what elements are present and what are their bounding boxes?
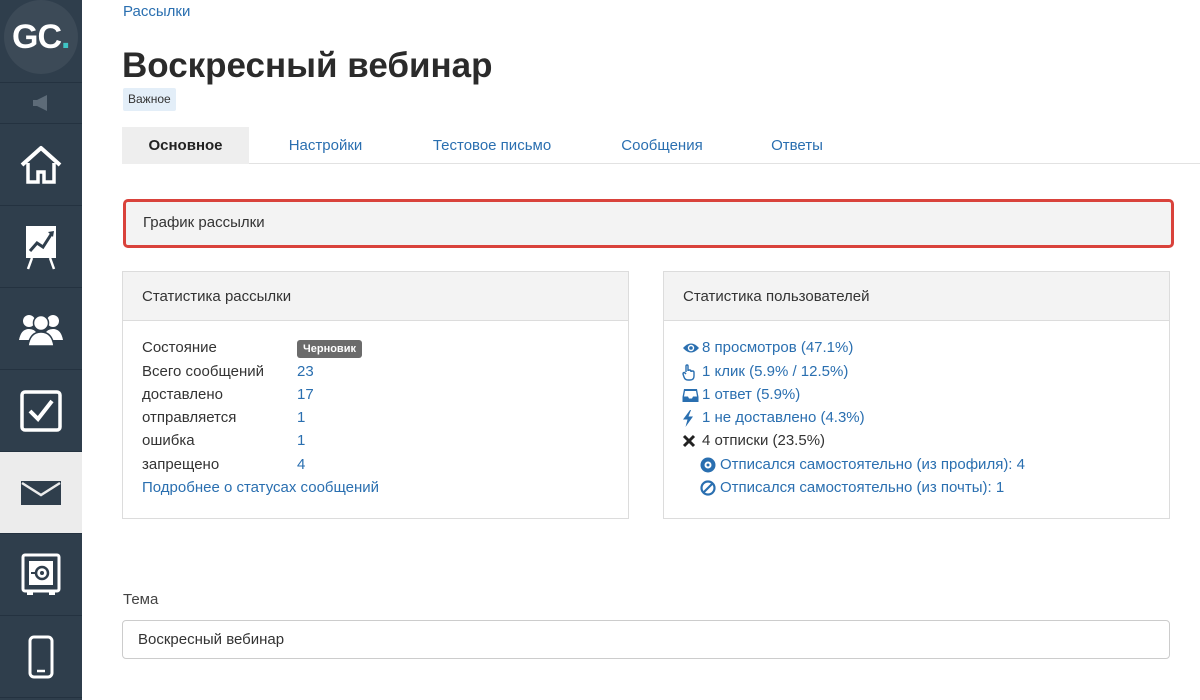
stat-label: доставлено — [142, 386, 223, 403]
status-badge: Черновик — [297, 340, 362, 358]
clicks-row[interactable]: 1 клик (5.9% / 12.5%) — [682, 361, 848, 383]
replies-row[interactable]: 1 ответ (5.9%) — [682, 384, 800, 406]
tab-settings[interactable]: Настройки — [249, 127, 402, 164]
unsub-profile-row[interactable]: Отписался самостоятельно (из профиля): 4 — [700, 454, 1025, 476]
stat-value-link[interactable]: 17 — [297, 384, 314, 406]
unsub-mail-row[interactable]: Отписался самостоятельно (из почты): 1 — [700, 477, 1004, 499]
pointer-hand-icon — [682, 363, 695, 381]
sidebar-item-users[interactable] — [0, 288, 82, 370]
stat-label: Всего сообщений — [142, 363, 264, 380]
stat-label: Состояние — [142, 339, 217, 356]
profile-gear-icon — [700, 457, 716, 473]
not-delivered-row[interactable]: 1 не доставлено (4.3%) — [682, 407, 865, 429]
megaphone-icon — [33, 95, 47, 111]
tab-replies[interactable]: Ответы — [742, 127, 852, 164]
clicks-link[interactable]: 1 клик (5.9% / 12.5%) — [702, 361, 848, 383]
sidebar-item-mobile[interactable] — [0, 616, 82, 698]
stat-value-link[interactable]: 4 — [297, 454, 305, 476]
stat-label: ошибка — [142, 432, 195, 449]
not-delivered-link[interactable]: 1 не доставлено (4.3%) — [702, 407, 865, 429]
eye-icon — [683, 343, 699, 353]
logo[interactable]: GC. — [0, 0, 82, 82]
views-link[interactable]: 8 просмотров (47.1%) — [702, 337, 853, 359]
mail-icon — [21, 480, 61, 505]
stat-value-link[interactable]: 1 — [297, 430, 305, 452]
unsub-mail-link[interactable]: Отписался самостоятельно (из почты): 1 — [720, 477, 1004, 499]
sidebar-item-safe[interactable] — [0, 534, 82, 616]
schedule-panel[interactable]: График рассылки — [123, 199, 1174, 248]
mobile-icon — [28, 635, 54, 678]
status-details-link[interactable]: Подробнее о статусах сообщений — [142, 477, 379, 499]
page-title: Воскресный вебинар — [122, 46, 493, 85]
sidebar-item-analytics[interactable] — [0, 206, 82, 288]
replies-link[interactable]: 1 ответ (5.9%) — [702, 384, 800, 406]
stat-label: запрещено — [142, 456, 220, 473]
users-icon — [19, 314, 63, 346]
sidebar-item-tasks[interactable] — [0, 370, 82, 452]
logo-text: GC. — [12, 18, 71, 56]
stat-label: отправляется — [142, 409, 237, 426]
mailing-stats-panel: Статистика рассылки Состояние Черновик В… — [122, 271, 629, 519]
lightning-icon — [683, 409, 693, 427]
chart-icon — [26, 225, 56, 269]
tab-messages[interactable]: Сообщения — [582, 127, 742, 164]
sidebar: GC. — [0, 0, 82, 700]
unsubscribes-text: 4 отписки (23.5%) — [702, 432, 826, 449]
schedule-title: График рассылки — [143, 214, 265, 231]
sidebar-item-mailings[interactable] — [0, 452, 82, 534]
inbox-icon — [682, 388, 699, 402]
tab-test-email[interactable]: Тестовое письмо — [402, 127, 582, 164]
user-stats-panel: Статистика пользователей 8 просмотров (4… — [663, 271, 1170, 519]
home-icon — [20, 145, 62, 184]
mailing-stats-title: Статистика рассылки — [123, 272, 628, 321]
tab-main[interactable]: Основное — [122, 127, 249, 164]
unsubscribes-row: 4 отписки (23.5%) — [682, 430, 825, 452]
stat-value-link[interactable]: 23 — [297, 361, 314, 383]
sidebar-item-home[interactable] — [0, 124, 82, 206]
topic-label: Тема — [123, 591, 159, 608]
close-icon — [682, 434, 696, 448]
tasks-icon — [20, 389, 62, 432]
tag-badge[interactable]: Важное — [123, 88, 176, 111]
views-row[interactable]: 8 просмотров (47.1%) — [682, 337, 853, 359]
tab-bar: Основное Настройки Тестовое письмо Сообщ… — [122, 127, 1200, 164]
sidebar-announcements[interactable] — [0, 82, 82, 124]
topic-input[interactable] — [122, 620, 1170, 659]
ban-icon — [700, 480, 716, 496]
breadcrumb-mailings[interactable]: Рассылки — [123, 3, 190, 20]
unsub-profile-link[interactable]: Отписался самостоятельно (из профиля): 4 — [720, 454, 1025, 476]
safe-icon — [21, 553, 61, 595]
stat-value-link[interactable]: 1 — [297, 407, 305, 429]
user-stats-title: Статистика пользователей — [664, 272, 1169, 321]
